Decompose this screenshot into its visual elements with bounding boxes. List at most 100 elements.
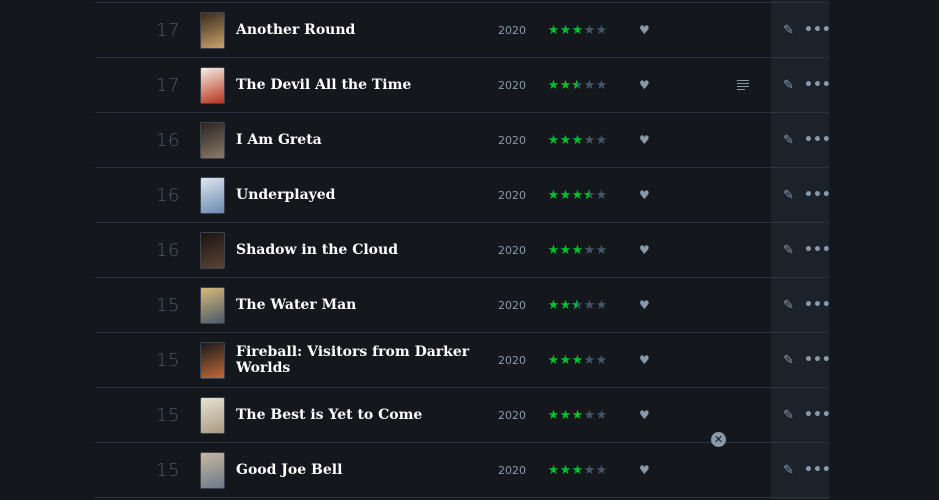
pencil-icon[interactable]: ✎ bbox=[783, 23, 794, 38]
diary-row[interactable]: 16Underplayed2020★★★★★♥✎••• bbox=[95, 167, 831, 222]
heart-icon[interactable]: ♥ bbox=[639, 188, 650, 202]
film-poster[interactable] bbox=[200, 451, 225, 489]
more-icon[interactable]: ••• bbox=[804, 462, 831, 478]
day-number[interactable]: 17 bbox=[153, 20, 183, 41]
film-poster[interactable] bbox=[200, 11, 225, 49]
day-number[interactable]: 15 bbox=[153, 295, 183, 316]
diary-row[interactable]: 17 Another Round 2020 ★★★★★ ♥ ✎ ••• bbox=[95, 2, 831, 57]
more-icon[interactable]: ••• bbox=[804, 352, 831, 368]
diary-row[interactable]: 15 Fireball: Visitors from Darker Worlds 2… bbox=[95, 332, 831, 387]
release-year[interactable]: 2020 bbox=[498, 189, 526, 202]
film-poster[interactable] bbox=[200, 341, 225, 379]
film-title[interactable]: The Best is Yet to Come bbox=[236, 407, 476, 423]
heart-icon[interactable]: ♥ bbox=[639, 133, 650, 147]
more-icon[interactable]: ••• bbox=[804, 132, 831, 148]
star-icon: ★ bbox=[571, 462, 584, 478]
day-number[interactable]: 15 bbox=[153, 405, 183, 426]
release-year[interactable]: 2020 bbox=[498, 409, 526, 422]
release-year[interactable]: 2020 bbox=[498, 354, 526, 367]
star-icon: ★ bbox=[583, 297, 596, 313]
diary-list: 17 Another Round 2020 ★★★★★ ♥ ✎ ••• 17 The Devil… bbox=[95, 2, 831, 498]
film-title[interactable]: Shadow in the Cloud bbox=[236, 242, 476, 258]
pencil-icon[interactable]: ✎ bbox=[783, 133, 794, 148]
film-poster[interactable] bbox=[200, 231, 225, 269]
film-poster[interactable] bbox=[200, 66, 225, 104]
release-year[interactable]: 2020 bbox=[498, 79, 526, 92]
film-poster[interactable] bbox=[200, 121, 225, 159]
diary-row[interactable]: 16 I Am Greta 2020 ★★★★★ ♥ ✎ ••• bbox=[95, 112, 831, 167]
film-title[interactable]: I Am Greta bbox=[236, 132, 476, 148]
close-icon[interactable]: ✕ bbox=[711, 432, 726, 447]
more-icon[interactable]: ••• bbox=[804, 242, 831, 258]
star-icon: ★ bbox=[595, 462, 608, 478]
star-icon: ★ bbox=[583, 22, 596, 38]
heart-icon[interactable]: ♥ bbox=[639, 353, 650, 367]
star-icon: ★ bbox=[571, 242, 584, 258]
heart-icon[interactable]: ♥ bbox=[639, 23, 650, 37]
film-poster[interactable] bbox=[200, 176, 225, 214]
pencil-icon[interactable]: ✎ bbox=[783, 188, 794, 203]
heart-icon[interactable]: ♥ bbox=[639, 78, 650, 92]
film-poster[interactable] bbox=[200, 286, 225, 324]
star-icon: ★ bbox=[559, 242, 572, 258]
star-icon: ★ bbox=[547, 462, 560, 478]
diary-row[interactable]: 16 Shadow in the Cloud 2020 ★★★★★ ♥ ✎ ••• bbox=[95, 222, 831, 277]
heart-icon[interactable]: ♥ bbox=[639, 408, 650, 422]
pencil-icon[interactable]: ✎ bbox=[783, 78, 794, 93]
day-number[interactable]: 15 bbox=[153, 460, 183, 481]
pencil-icon[interactable]: ✎ bbox=[783, 298, 794, 313]
star-icon: ★ bbox=[583, 462, 596, 478]
star-icon: ★ bbox=[571, 299, 583, 312]
star-icon: ★ bbox=[571, 352, 584, 368]
pencil-icon[interactable]: ✎ bbox=[783, 463, 794, 478]
film-title[interactable]: Another Round bbox=[236, 22, 476, 38]
diary-row[interactable]: 15 Good Joe Bell 2020 ★★★★★ ♥ ✎ ••• bbox=[95, 442, 831, 498]
heart-icon[interactable]: ♥ bbox=[639, 243, 650, 257]
star-icon: ★ bbox=[571, 22, 584, 38]
star-icon: ★ bbox=[571, 79, 583, 92]
heart-icon[interactable]: ♥ bbox=[639, 463, 650, 477]
star-icon: ★ bbox=[547, 187, 560, 203]
star-icon: ★ bbox=[595, 132, 608, 148]
film-title[interactable]: Good Joe Bell bbox=[236, 462, 476, 478]
film-title[interactable]: Underplayed bbox=[236, 187, 476, 203]
star-icon: ★ bbox=[547, 407, 560, 423]
star-icon: ★ bbox=[547, 22, 560, 38]
star-rating: ★★★★★ bbox=[547, 352, 608, 368]
release-year[interactable]: 2020 bbox=[498, 299, 526, 312]
day-number[interactable]: 16 bbox=[153, 185, 183, 206]
pencil-icon[interactable]: ✎ bbox=[783, 408, 794, 423]
pencil-icon[interactable]: ✎ bbox=[783, 243, 794, 258]
star-icon: ★ bbox=[559, 297, 572, 313]
day-number[interactable]: 17 bbox=[153, 75, 183, 96]
film-title[interactable]: Fireball: Visitors from Darker Worlds bbox=[236, 344, 476, 376]
diary-row[interactable]: 17The Devil All the Time2020★★★★★♥✎••• bbox=[95, 57, 831, 112]
film-poster[interactable] bbox=[200, 396, 225, 434]
more-icon[interactable]: ••• bbox=[804, 187, 831, 203]
diary-row[interactable]: 15The Water Man2020★★★★★♥✎••• bbox=[95, 277, 831, 332]
day-number[interactable]: 15 bbox=[153, 350, 183, 371]
release-year[interactable]: 2020 bbox=[498, 134, 526, 147]
more-icon[interactable]: ••• bbox=[804, 77, 831, 93]
release-year[interactable]: 2020 bbox=[498, 464, 526, 477]
star-icon: ★ bbox=[583, 407, 596, 423]
star-icon: ★ bbox=[583, 242, 596, 258]
release-year[interactable]: 2020 bbox=[498, 24, 526, 37]
star-icon: ★ bbox=[595, 297, 608, 313]
star-icon: ★ bbox=[559, 22, 572, 38]
more-icon[interactable]: ••• bbox=[804, 407, 831, 423]
day-number[interactable]: 16 bbox=[153, 130, 183, 151]
film-title[interactable]: The Devil All the Time bbox=[236, 77, 476, 93]
heart-icon[interactable]: ♥ bbox=[639, 298, 650, 312]
more-icon[interactable]: ••• bbox=[804, 297, 831, 313]
film-title[interactable]: The Water Man bbox=[236, 297, 476, 313]
star-icon: ★ bbox=[559, 77, 572, 93]
star-icon: ★ bbox=[583, 132, 596, 148]
day-number[interactable]: 16 bbox=[153, 240, 183, 261]
pencil-icon[interactable]: ✎ bbox=[783, 353, 794, 368]
more-icon[interactable]: ••• bbox=[804, 22, 831, 38]
star-icon: ★ bbox=[595, 77, 608, 93]
review-text-icon[interactable] bbox=[737, 78, 749, 92]
release-year[interactable]: 2020 bbox=[498, 244, 526, 257]
star-icon: ★ bbox=[583, 352, 596, 368]
